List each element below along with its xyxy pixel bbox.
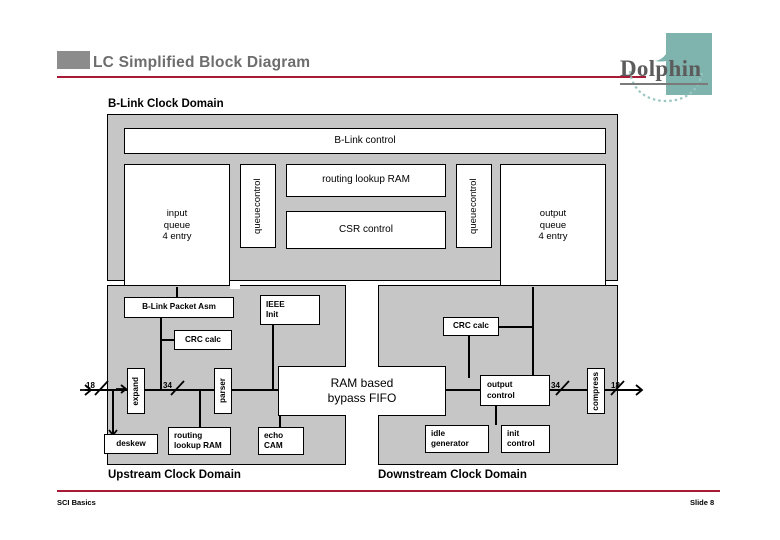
block-label: B-Link control [334,134,396,146]
block-label: CAM [264,441,283,450]
block-label: queue [252,207,264,234]
block-bypass-fifo: RAM based bypass FIFO [278,366,446,416]
upstream-clock-domain-label: Upstream Clock Domain [108,469,241,481]
block-label: CSR control [339,223,393,235]
panel-gap [230,281,240,289]
block-init-control: init control [501,425,550,453]
output-arrow-icon [630,384,644,396]
block-label: routing lookup RAM [322,174,410,186]
block-label: control [487,390,515,400]
block-expand: expand [127,368,145,414]
bus-slash-icon [94,380,109,396]
footer-divider [57,490,720,492]
block-label: output [539,207,567,219]
block-queue-control-right: queue control [456,164,492,248]
block-label: bypass FIFO [327,391,397,405]
connector-ieee-init-down [272,325,274,390]
downstream-clock-domain-label: Downstream Clock Domain [378,469,527,481]
block-label: B-Link Packet Asm [142,302,216,312]
block-label: Init [266,310,279,319]
bus-width-after-expand: 34 [163,381,172,390]
block-label: output [487,380,513,390]
blink-clock-domain-label: B-Link Clock Domain [108,98,224,110]
block-label: control [252,178,264,207]
block-label: RAM based [330,376,394,390]
bus-width-input: 18 [86,381,95,390]
block-label: idle [431,428,446,438]
block-input-queue: input queue 4 entry [124,164,230,287]
bus-width-before-compress: 34 [551,381,560,390]
block-label: CRC calc [453,321,489,331]
connector-asm-vertical [160,318,162,390]
block-label: compress [590,371,600,411]
connector-crc-down [468,336,470,378]
connector-to-routing-ram [199,389,201,427]
block-echo-cam: echo CAM [258,427,304,455]
block-idle-generator: idle generator [425,425,489,453]
block-label: 4 entry [162,231,192,243]
connector-crc-to-bus [499,326,533,328]
block-label: CRC calc [185,334,221,344]
block-routing-lookup-ram-top: routing lookup RAM [286,164,446,197]
panel-channel-bottom [346,415,378,465]
block-ieee-init: IEEE Init [260,295,320,325]
bus-width-output: 18 [611,381,620,390]
block-deskew: deskew [104,434,158,454]
connector-output-control-down [495,406,497,425]
block-routing-lookup-ram: routing lookup RAM [168,427,231,455]
block-label: routing [174,430,203,440]
panel-channel-top [346,285,378,367]
block-label: queue [468,207,480,234]
block-label: IEEE [266,299,285,309]
block-crc-calc-downstream: CRC calc [443,317,499,336]
footer-slide-number: Slide 8 [690,498,715,507]
block-label: control [468,178,480,207]
block-compress: compress [587,368,605,414]
block-label: control [507,439,535,448]
block-output-queue: output queue 4 entry [500,164,606,287]
block-label: queue [539,219,567,231]
block-label: parser [217,378,227,404]
block-label: input [166,207,188,219]
block-queue-control-left: queue control [240,164,276,248]
block-label: deskew [116,438,146,448]
block-label: queue [163,219,191,231]
block-label: lookup RAM [174,441,222,450]
block-csr-control: CSR control [286,211,446,249]
block-crc-calc-upstream: CRC calc [174,330,232,350]
block-label: echo [264,430,284,440]
block-blink-packet-asm: B-Link Packet Asm [124,297,234,318]
block-parser: parser [214,368,232,414]
block-output-control: output control [480,375,550,406]
block-label: expand [130,376,140,406]
footer-left-text: SCI Basics [57,498,96,507]
connector-asm-to-crc [160,339,175,341]
bus-fifo-to-output-control [446,389,480,391]
block-blink-control: B-Link control [124,128,606,154]
block-label: generator [431,439,469,448]
block-label: init [507,428,520,438]
lc-block-diagram: B-Link Clock Domain Upstream Clock Domai… [0,0,780,540]
block-label: 4 entry [538,231,568,243]
expand-input-arrow-icon [116,384,128,394]
